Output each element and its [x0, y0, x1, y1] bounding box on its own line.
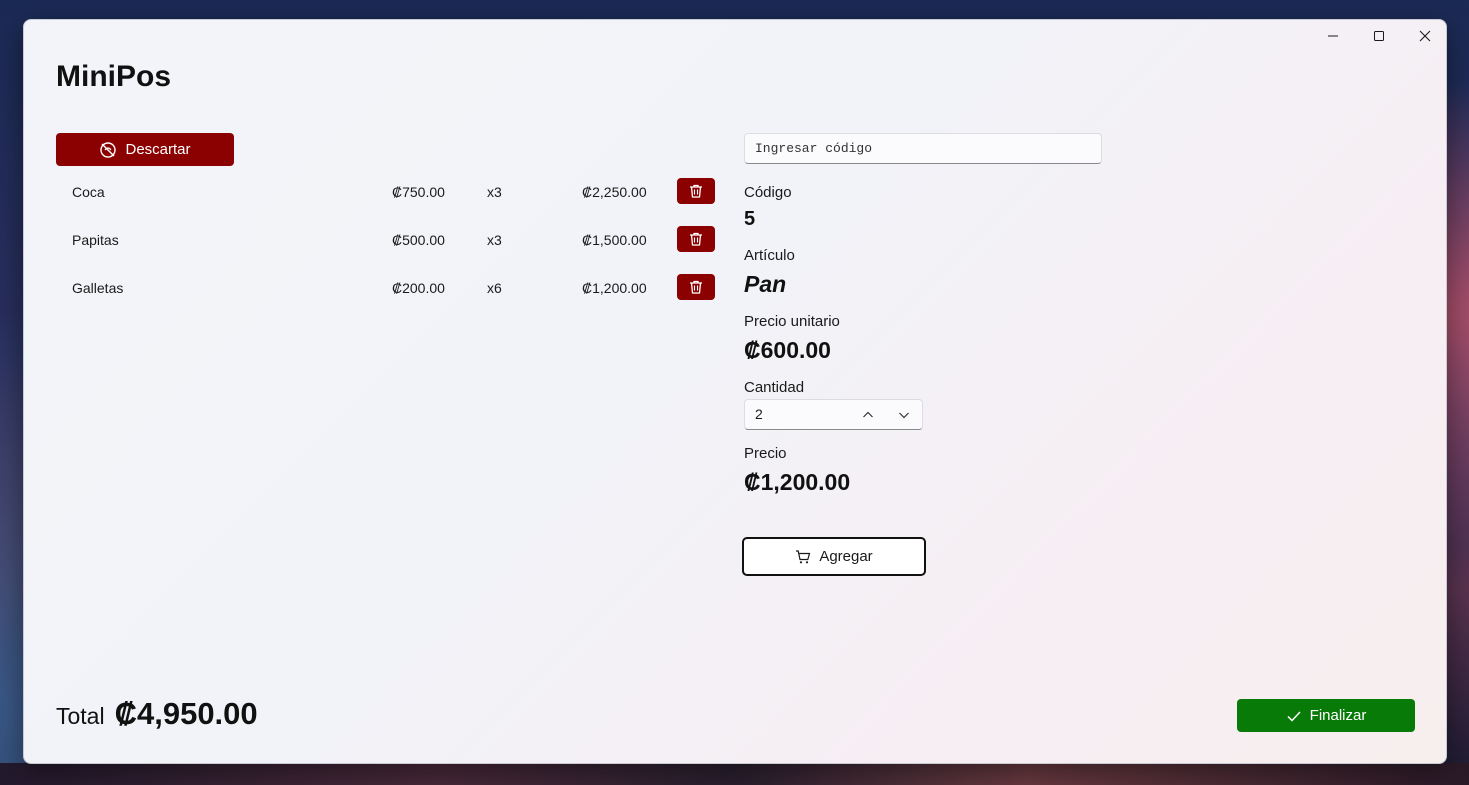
add-button[interactable]: Agregar: [742, 537, 926, 576]
delete-item-button[interactable]: [677, 178, 715, 204]
close-button[interactable]: [1402, 20, 1448, 52]
finish-button[interactable]: Finalizar: [1237, 699, 1415, 732]
cart-item-unit-price: ₡200.00: [392, 280, 445, 296]
cart-item-name: Papitas: [72, 232, 119, 248]
cart-item-qty: x3: [487, 184, 502, 200]
code-input[interactable]: Ingresar código: [744, 133, 1102, 164]
delete-item-button[interactable]: [677, 274, 715, 300]
desktop-wallpaper: [0, 763, 1469, 785]
maximize-icon: [1374, 31, 1384, 41]
trash-icon: [690, 280, 702, 294]
discard-label: Descartar: [125, 141, 191, 158]
cart-item-name: Coca: [72, 184, 105, 200]
cart-item-name: Galletas: [72, 280, 124, 296]
code-value: 5: [744, 208, 756, 230]
quantity-increment-button[interactable]: [856, 400, 880, 429]
minimize-button[interactable]: [1310, 20, 1356, 52]
minimize-icon: [1328, 35, 1338, 37]
quantity-value[interactable]: 2: [755, 400, 763, 429]
check-icon: [1287, 710, 1301, 722]
trash-icon: [690, 184, 702, 198]
chevron-down-icon: [899, 412, 909, 418]
trash-icon: [690, 232, 702, 246]
order-total: Total ₡4,950.00: [56, 696, 258, 732]
quantity-stepper[interactable]: 2: [744, 399, 923, 430]
cart-icon: [796, 549, 811, 563]
discard-icon: [100, 141, 117, 158]
cart-item-qty: x6: [487, 280, 502, 296]
total-label: Total: [56, 703, 105, 729]
cart-row: Galletas ₡200.00 x6 ₡1,200.00: [56, 274, 716, 314]
unit-price-value: ₡600.00: [744, 337, 831, 363]
maximize-button[interactable]: [1356, 20, 1402, 52]
cart-row: Papitas ₡500.00 x3 ₡1,500.00: [56, 226, 716, 266]
total-value: ₡4,950.00: [114, 696, 258, 731]
cart-item-total: ₡1,200.00: [582, 280, 647, 296]
unit-price-label: Precio unitario: [744, 313, 840, 330]
app-title: MiniPos: [56, 60, 172, 93]
cart-item-unit-price: ₡750.00: [392, 184, 445, 200]
discard-button[interactable]: Descartar: [56, 133, 234, 166]
app-window: MiniPos Descartar Coca ₡750.00 x3 ₡2,250…: [23, 19, 1447, 764]
cart-item-unit-price: ₡500.00: [392, 232, 445, 248]
finish-label: Finalizar: [1309, 707, 1367, 724]
close-icon: [1419, 30, 1431, 42]
cart-item-total: ₡1,500.00: [582, 232, 647, 248]
price-value: ₡1,200.00: [744, 469, 851, 495]
quantity-decrement-button[interactable]: [892, 400, 916, 429]
cart-item-total: ₡2,250.00: [582, 184, 647, 200]
cart-item-qty: x3: [487, 232, 502, 248]
item-value: Pan: [744, 271, 787, 297]
code-label: Código: [744, 184, 792, 201]
price-label: Precio: [744, 445, 787, 462]
item-label: Artículo: [744, 247, 795, 264]
cart-row: Coca ₡750.00 x3 ₡2,250.00: [56, 178, 716, 218]
quantity-label: Cantidad: [744, 379, 805, 396]
add-label: Agregar: [819, 548, 873, 565]
chevron-up-icon: [863, 411, 873, 417]
delete-item-button[interactable]: [677, 226, 715, 252]
